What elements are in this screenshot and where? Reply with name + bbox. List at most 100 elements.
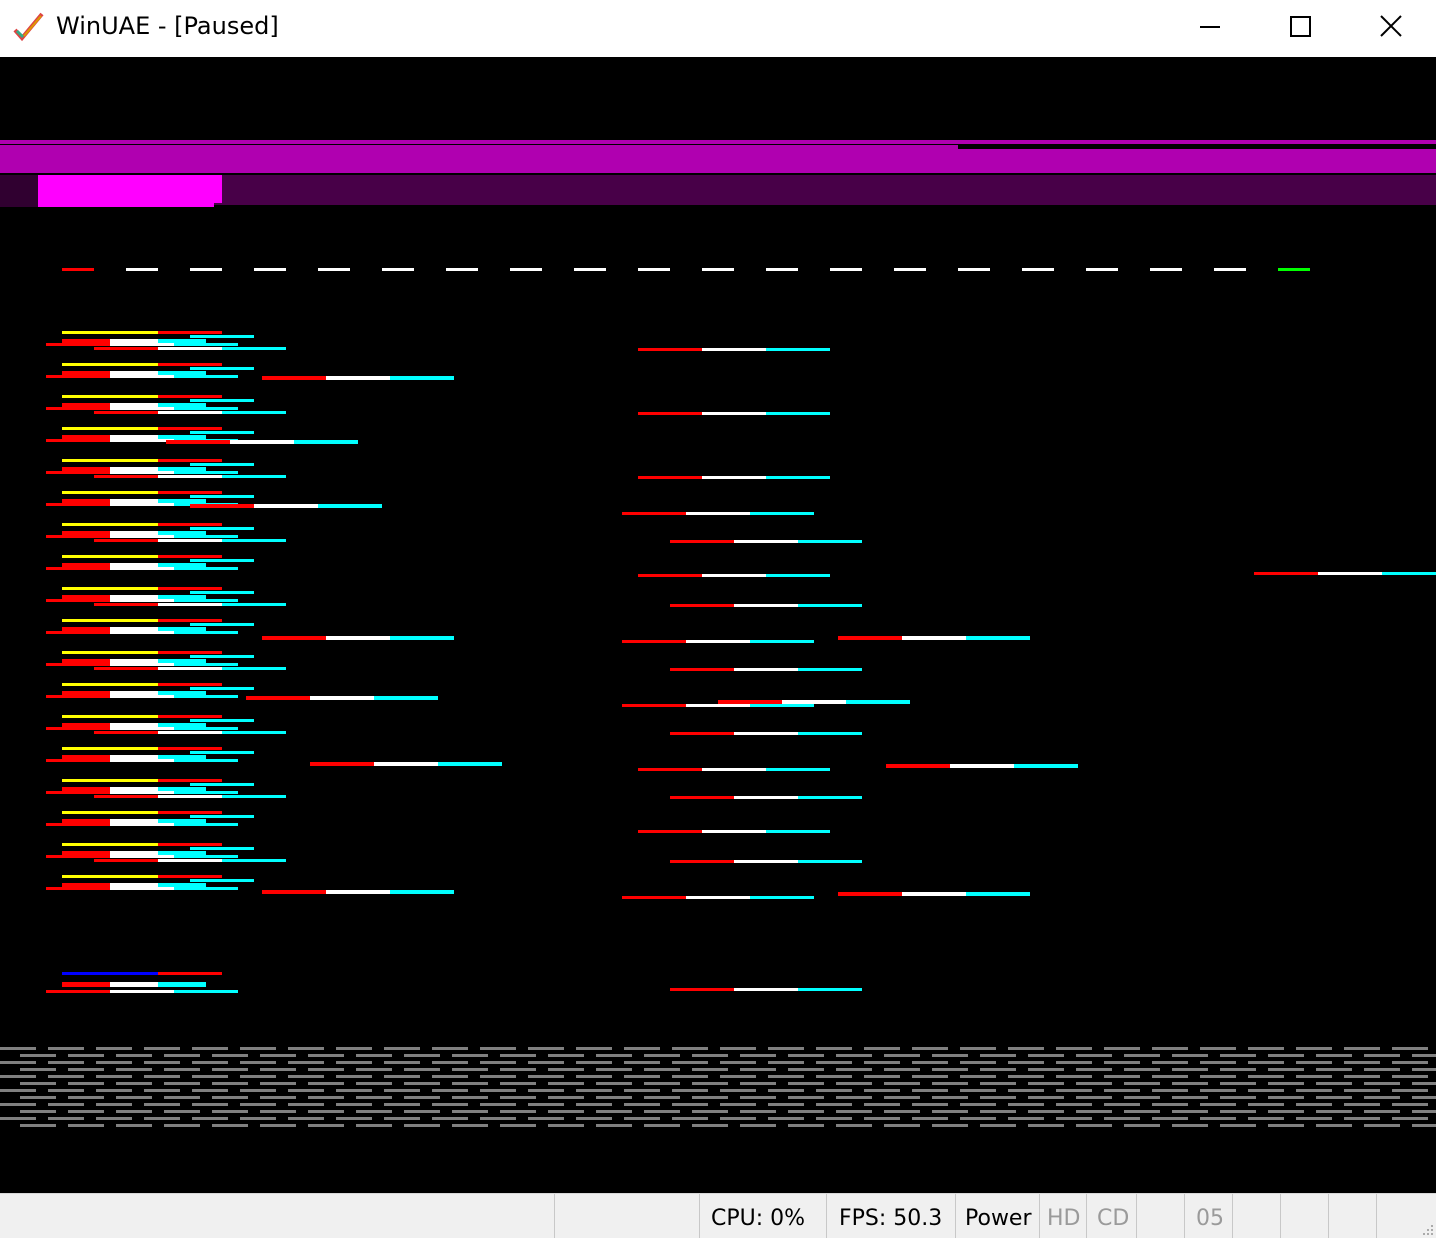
bar-cyan <box>190 783 254 786</box>
marker-dash <box>1150 268 1182 271</box>
bar-rwc <box>246 696 310 700</box>
gray-line <box>1076 1124 1112 1127</box>
gray-line <box>1392 1103 1428 1106</box>
gray-line <box>1248 1075 1284 1078</box>
bar-rwc <box>174 599 238 602</box>
bar-rwc <box>110 407 174 410</box>
bar-rwc <box>110 631 174 634</box>
gray-line <box>68 1110 104 1113</box>
bar-rwc <box>702 768 766 771</box>
gray-line <box>1172 1110 1208 1113</box>
gray-line <box>1220 1068 1256 1071</box>
gray-line <box>1268 1054 1304 1057</box>
gray-line <box>1268 1082 1304 1085</box>
gray-line <box>1316 1110 1352 1113</box>
gray-line <box>336 1047 372 1050</box>
gray-line <box>260 1054 296 1057</box>
bar-cyan <box>190 431 254 434</box>
bar-rwc <box>46 535 110 538</box>
resize-grip-icon[interactable] <box>1420 1222 1434 1236</box>
bar-red <box>158 363 222 366</box>
bar-rwc <box>686 896 750 899</box>
bar-yellow <box>126 523 158 526</box>
bar-rwc <box>222 539 286 542</box>
gray-line <box>1008 1103 1044 1106</box>
close-button[interactable] <box>1346 0 1436 52</box>
bar-rwc <box>174 343 238 346</box>
bar-rwc <box>1014 764 1078 768</box>
gray-line <box>1200 1089 1236 1092</box>
bar-red <box>158 427 222 430</box>
gray-line <box>452 1096 488 1099</box>
title-bar[interactable]: WinUAE - [Paused] <box>0 0 1436 57</box>
bar-yellow <box>62 779 126 782</box>
gray-line <box>980 1124 1016 1127</box>
bar-rwc <box>262 636 326 640</box>
gray-line <box>1104 1075 1140 1078</box>
fps-status: FPS: 50.3 <box>826 1194 955 1238</box>
minimize-button[interactable] <box>1165 0 1255 52</box>
bar-rwc <box>94 667 158 670</box>
gray-line <box>1056 1061 1092 1064</box>
gray-line <box>720 1061 756 1064</box>
gray-line <box>1200 1061 1236 1064</box>
gray-line <box>1220 1110 1256 1113</box>
gray-line <box>960 1117 996 1120</box>
gray-line <box>404 1096 440 1099</box>
bar-rwc <box>174 407 238 410</box>
gray-line <box>1200 1047 1236 1050</box>
bar-yellow <box>126 779 158 782</box>
bar-rwc <box>110 599 174 602</box>
bar-rwc <box>110 990 174 993</box>
gray-line <box>48 1047 84 1050</box>
bar-rwc <box>670 796 734 799</box>
gray-line <box>240 1089 276 1092</box>
gray-line <box>192 1103 228 1106</box>
bar-rwc <box>94 539 158 542</box>
gray-line <box>116 1124 152 1127</box>
bar-rwc <box>950 764 1014 768</box>
gray-line <box>980 1054 1016 1057</box>
bar-rwc <box>782 700 846 704</box>
bar-red <box>158 587 222 590</box>
gray-line <box>1412 1110 1436 1113</box>
gray-line <box>20 1068 56 1071</box>
gray-line <box>1248 1061 1284 1064</box>
gray-line <box>384 1103 420 1106</box>
gray-line <box>836 1096 872 1099</box>
gray-line <box>1248 1117 1284 1120</box>
bar-rwc <box>158 475 222 478</box>
bar-rwc <box>94 731 158 734</box>
gray-line <box>1344 1061 1380 1064</box>
gray-line <box>1028 1110 1064 1113</box>
bar-rwc <box>902 892 966 896</box>
gray-line <box>836 1054 872 1057</box>
maximize-button[interactable] <box>1255 0 1345 52</box>
bar-yellow <box>126 843 158 846</box>
bar-yellow <box>126 395 158 398</box>
bar-rwc <box>46 823 110 826</box>
gray-line <box>48 1117 84 1120</box>
bar-rwc <box>46 990 110 993</box>
gray-line <box>836 1068 872 1071</box>
emulator-display[interactable] <box>0 57 1436 1193</box>
bar-red <box>158 395 222 398</box>
bar-rwc <box>46 439 110 442</box>
gray-line <box>576 1061 612 1064</box>
gray-line <box>788 1124 824 1127</box>
gray-line <box>1296 1047 1332 1050</box>
gray-line <box>980 1096 1016 1099</box>
gray-line <box>356 1082 392 1085</box>
bar-rwc <box>94 475 158 478</box>
gray-line <box>116 1054 152 1057</box>
gray-line <box>308 1068 344 1071</box>
bar-rwc <box>174 887 238 890</box>
bar-rwc <box>766 348 830 351</box>
bar-yellow <box>126 491 158 494</box>
gray-line <box>912 1047 948 1050</box>
bar-yellow <box>126 363 158 366</box>
display-canvas <box>0 140 1436 1127</box>
bar-yellow <box>62 715 126 718</box>
bar-rwc <box>390 376 454 380</box>
magenta-bar <box>0 149 1436 173</box>
